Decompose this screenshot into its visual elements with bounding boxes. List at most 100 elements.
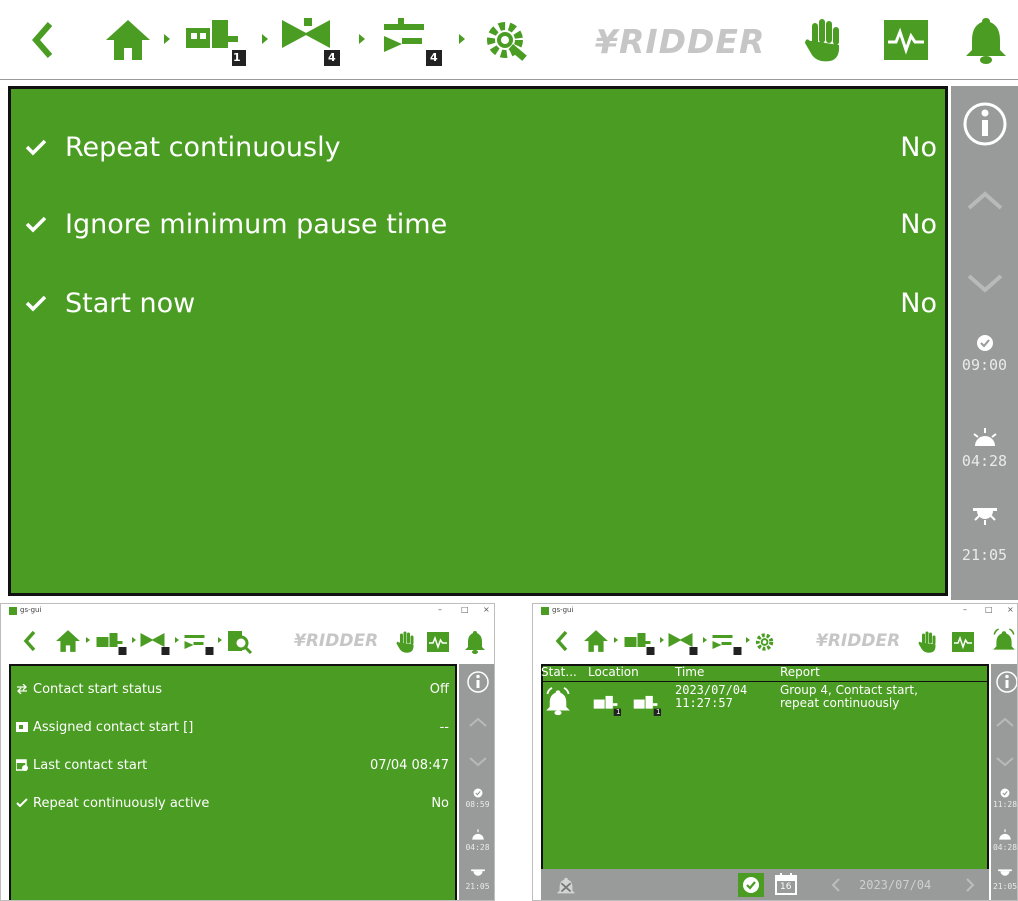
row-label: Start now (65, 287, 196, 319)
app-icon (9, 607, 17, 615)
breadcrumb-arrow-icon (614, 637, 618, 643)
maximize-button[interactable]: □ (985, 605, 993, 614)
graph-icon[interactable] (426, 632, 450, 652)
row-value: 07/04 08:47 (369, 757, 449, 773)
manual-hand-icon[interactable] (802, 14, 846, 66)
breadcrumb-arrow-icon (132, 637, 136, 643)
row-value: -- (439, 719, 449, 735)
sunrise-icon (999, 829, 1011, 840)
column-header-time[interactable]: Time (675, 665, 704, 679)
group-badge: 4 (328, 51, 336, 64)
list-item-assigned-contact-start[interactable]: Assigned contact start [] -- (11, 714, 455, 740)
contact-start-icon[interactable]: 4 (380, 14, 442, 66)
settings-gear-icon[interactable] (753, 630, 779, 654)
list-item-start-now[interactable]: Start now No (11, 273, 945, 333)
back-icon[interactable] (555, 630, 569, 652)
right-sidebar: 11:28 04:28 21:05 (991, 664, 1018, 900)
row-value: No (900, 208, 937, 240)
minimize-button[interactable]: – (963, 605, 967, 614)
list-item-contact-start-status[interactable]: Contact start status Off (11, 676, 455, 702)
graph-icon[interactable] (881, 14, 931, 66)
calendar-icon[interactable]: 16 (775, 873, 799, 897)
main-screen: 1 4 4 ¥RIDDER Repeat continuously No Ign… (0, 0, 1018, 600)
scroll-down-icon[interactable] (951, 272, 1018, 300)
list-item-repeat-continuously[interactable]: Repeat continuously No (11, 117, 945, 177)
app-icon (541, 607, 549, 615)
graph-icon[interactable] (951, 632, 975, 652)
sunset-icon (471, 869, 485, 876)
alarm-bell-icon[interactable] (962, 14, 1010, 66)
search-details-icon[interactable] (227, 630, 253, 654)
settings-gear-icon[interactable] (478, 14, 538, 66)
acknowledged-filter-button[interactable] (738, 873, 764, 897)
list-item-last-contact-start[interactable]: Last contact start 07/04 08:47 (11, 752, 455, 778)
sunset-time: 21:05 (465, 882, 490, 891)
contact-start-icon[interactable] (710, 630, 742, 656)
home-icon[interactable] (103, 14, 153, 66)
valve-icon[interactable]: 4 (280, 14, 342, 66)
clock-icon (473, 788, 483, 798)
sunset-icon (951, 506, 1018, 530)
location-badge: 1 (656, 708, 661, 716)
calendar-clock-icon (11, 759, 33, 771)
breadcrumb-arrow-icon (703, 637, 707, 643)
window-title: gs-gui (552, 606, 574, 614)
next-date-icon[interactable] (965, 877, 975, 893)
column-header-location[interactable]: Location (588, 665, 639, 679)
manual-hand-icon[interactable] (918, 630, 938, 654)
home-icon[interactable] (55, 629, 81, 653)
scroll-down-icon[interactable] (995, 756, 1015, 768)
sunrise-time: 04:28 (465, 843, 490, 852)
column-header-report[interactable]: Report (780, 665, 820, 679)
info-icon[interactable] (466, 670, 490, 694)
list-item-repeat-continuously-active[interactable]: Repeat continuously active No (11, 790, 455, 816)
current-time: 09:00 (961, 356, 1008, 374)
greenhouse-group-icon[interactable]: 1 (178, 14, 248, 66)
greenhouse-group-icon[interactable] (621, 630, 655, 656)
check-circle-icon (743, 877, 759, 893)
window-contact-start: gs-gui – □ × ¥RIDDER Contact start statu… (0, 603, 495, 901)
valve-icon[interactable] (139, 630, 171, 656)
alarm-ringing-icon[interactable] (991, 628, 1017, 654)
row-label: Assigned contact start [] (33, 719, 194, 735)
group-badge: 1 (233, 51, 241, 64)
previous-date-icon[interactable] (831, 877, 841, 893)
greenhouse-group-icon[interactable] (93, 630, 127, 656)
contact-start-icon[interactable] (182, 630, 214, 656)
scroll-up-icon[interactable] (995, 716, 1015, 728)
sunrise-time: 04:28 (992, 843, 1018, 852)
sunrise-time: 04:28 (961, 452, 1008, 470)
location-badge: 1 (616, 708, 621, 716)
close-button[interactable]: × (1007, 605, 1014, 614)
scroll-down-icon[interactable] (468, 756, 488, 768)
sunset-time: 21:05 (961, 546, 1008, 564)
scroll-up-icon[interactable] (951, 188, 1018, 216)
info-icon[interactable] (995, 670, 1018, 694)
selected-date: 2023/07/04 (859, 878, 932, 892)
column-header-status[interactable]: Stat... (541, 665, 577, 679)
group-badge: 4 (430, 51, 438, 64)
list-item-ignore-minimum-pause-time[interactable]: Ignore minimum pause time No (11, 194, 945, 254)
minimize-button[interactable]: – (438, 605, 442, 614)
row-label: Contact start status (33, 681, 163, 697)
row-value: Off (429, 681, 449, 697)
info-icon[interactable] (951, 100, 1018, 152)
row-label: Repeat continuously (65, 131, 341, 163)
back-icon[interactable] (23, 630, 37, 652)
manual-hand-icon[interactable] (396, 630, 416, 654)
swap-arrows-icon (11, 684, 33, 694)
top-toolbar (533, 622, 1017, 664)
row-label: Last contact start (33, 757, 148, 773)
alarm-off-icon[interactable] (555, 875, 577, 897)
back-icon[interactable] (28, 14, 58, 66)
alarm-ringing-icon (546, 687, 570, 716)
alarm-bell-icon[interactable] (464, 630, 486, 654)
maximize-button[interactable]: □ (461, 605, 469, 614)
right-sidebar: 09:00 04:28 21:05 (951, 86, 1018, 600)
close-button[interactable]: × (483, 605, 490, 614)
window-alarm-log: gs-gui – □ × ¥RIDDER Stat... Location Ti… (532, 603, 1018, 901)
valve-icon[interactable] (667, 630, 699, 656)
scroll-up-icon[interactable] (468, 716, 488, 728)
home-icon[interactable] (583, 629, 609, 653)
breadcrumb-arrow-icon (660, 637, 664, 643)
